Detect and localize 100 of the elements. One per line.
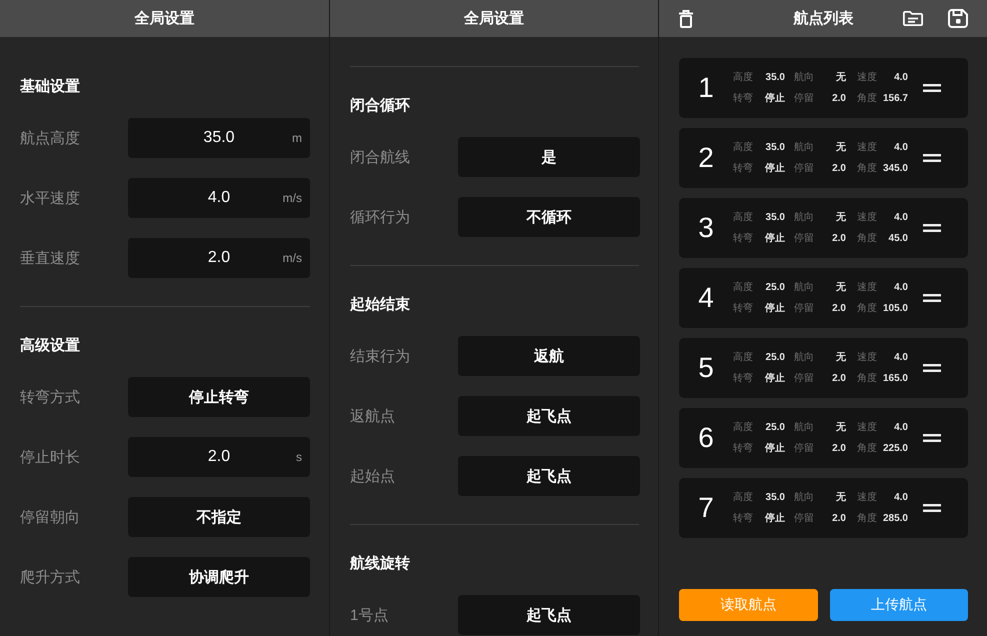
number-field[interactable]: 2.0 s bbox=[128, 437, 310, 477]
field-label: 航向 bbox=[794, 70, 814, 84]
option-field[interactable]: 不循环 bbox=[458, 197, 640, 237]
waypoint-card[interactable]: 2 高度 35.0 航向 无 速度 4.0 转弯 停止 停留 2.0 角度 345.0 bbox=[679, 128, 968, 188]
field-label: 转弯 bbox=[733, 442, 753, 456]
field-label: 高度 bbox=[733, 280, 753, 294]
field-label: 速度 bbox=[857, 70, 877, 84]
waypoint-number: 2 bbox=[698, 142, 714, 174]
field-value: 35.0 bbox=[766, 140, 785, 154]
field-value: 156.7 bbox=[882, 92, 908, 106]
setting-label: 垂直速度 bbox=[20, 248, 80, 268]
waypoint-number: 7 bbox=[698, 492, 714, 524]
field-value: 35.0 bbox=[766, 490, 785, 504]
option-field[interactable]: 起飞点 bbox=[458, 396, 640, 436]
number-field[interactable]: 35.0 m bbox=[128, 118, 310, 158]
number-field[interactable]: 2.0 m/s bbox=[128, 238, 310, 278]
field-value: 2.0 bbox=[832, 302, 846, 316]
field-label: 角度 bbox=[857, 442, 877, 456]
option-field[interactable]: 停止转弯 bbox=[128, 377, 310, 417]
option-field[interactable]: 起飞点 bbox=[458, 456, 640, 496]
option-field[interactable]: 协调爬升 bbox=[128, 557, 310, 597]
field-value: 2.0 bbox=[832, 92, 846, 106]
setting-label: 水平速度 bbox=[20, 188, 80, 208]
field-label: 角度 bbox=[857, 302, 877, 316]
drag-handle-icon[interactable] bbox=[923, 294, 941, 302]
field-label: 停留 bbox=[794, 512, 814, 526]
option-field[interactable]: 起飞点 bbox=[458, 595, 640, 635]
field-value: 2.0 bbox=[832, 162, 846, 176]
field-value: 2.0 bbox=[832, 442, 846, 456]
field-value: 25.0 bbox=[766, 420, 785, 434]
number-field[interactable]: 4.0 m/s bbox=[128, 178, 310, 218]
drag-handle-icon[interactable] bbox=[923, 84, 941, 92]
option-field[interactable]: 不指定 bbox=[128, 497, 310, 537]
field-value: 345.0 bbox=[882, 162, 908, 176]
field-value: 4.0 bbox=[894, 70, 908, 84]
setting-label: 停止时长 bbox=[20, 448, 80, 466]
panel-title: 全局设置 bbox=[464, 9, 524, 28]
field-label: 速度 bbox=[857, 350, 877, 364]
field-value: 4.0 bbox=[894, 350, 908, 364]
section-title: 航线旋转 bbox=[350, 554, 410, 574]
waypoint-card[interactable]: 7 高度 35.0 航向 无 速度 4.0 转弯 停止 停留 2.0 角度 285.0 bbox=[679, 478, 968, 538]
field-value: 停止 bbox=[765, 92, 785, 106]
field-value: 停止 bbox=[765, 372, 785, 386]
field-value: 无 bbox=[836, 420, 846, 434]
field-value: 165.0 bbox=[882, 372, 908, 386]
field-value: 4.0 bbox=[894, 210, 908, 224]
field-value: 无 bbox=[836, 140, 846, 154]
unit-label: s bbox=[296, 450, 302, 464]
setting-label: 航点高度 bbox=[20, 128, 80, 148]
section-title: 闭合循环 bbox=[350, 96, 410, 116]
waypoint-number: 5 bbox=[698, 352, 714, 384]
save-icon[interactable] bbox=[948, 9, 968, 28]
field-label: 角度 bbox=[857, 92, 877, 106]
field-value: 35.0 bbox=[766, 210, 785, 224]
field-value: 停止 bbox=[765, 302, 785, 316]
waypoint-card[interactable]: 5 高度 25.0 航向 无 速度 4.0 转弯 停止 停留 2.0 角度 165.0 bbox=[679, 338, 968, 398]
field-value: 无 bbox=[836, 210, 846, 224]
field-label: 停留 bbox=[794, 372, 814, 386]
field-label: 转弯 bbox=[733, 232, 753, 246]
field-label: 停留 bbox=[794, 442, 814, 456]
setting-label: 返航点 bbox=[350, 406, 395, 426]
drag-handle-icon[interactable] bbox=[923, 364, 941, 372]
field-value: 45.0 bbox=[888, 232, 908, 246]
option-field[interactable]: 返航 bbox=[458, 336, 640, 376]
folder-icon[interactable] bbox=[903, 11, 923, 26]
field-label: 转弯 bbox=[733, 302, 753, 316]
field-value: 无 bbox=[836, 490, 846, 504]
field-label: 转弯 bbox=[733, 512, 753, 526]
option-field[interactable]: 是 bbox=[458, 137, 640, 177]
waypoint-card[interactable]: 3 高度 35.0 航向 无 速度 4.0 转弯 停止 停留 2.0 角度 45.0 bbox=[679, 198, 968, 258]
field-value: 25.0 bbox=[766, 280, 785, 294]
drag-handle-icon[interactable] bbox=[923, 224, 941, 232]
field-label: 高度 bbox=[733, 350, 753, 364]
drag-handle-icon[interactable] bbox=[923, 504, 941, 512]
field-label: 速度 bbox=[857, 140, 877, 154]
waypoint-card[interactable]: 4 高度 25.0 航向 无 速度 4.0 转弯 停止 停留 2.0 角度 105.0 bbox=[679, 268, 968, 328]
field-value: 4.0 bbox=[894, 420, 908, 434]
field-label: 速度 bbox=[857, 210, 877, 224]
field-value: 225.0 bbox=[882, 442, 908, 456]
drag-handle-icon[interactable] bbox=[923, 434, 941, 442]
field-value: 105.0 bbox=[882, 302, 908, 316]
field-label: 高度 bbox=[733, 70, 753, 84]
waypoint-number: 1 bbox=[698, 72, 714, 104]
waypoint-card[interactable]: 1 高度 35.0 航向 无 速度 4.0 转弯 停止 停留 2.0 角度 156.7 bbox=[679, 58, 968, 118]
field-label: 转弯 bbox=[733, 162, 753, 176]
section-title: 基础设置 bbox=[20, 77, 80, 97]
section-title: 起始结束 bbox=[350, 295, 410, 315]
field-value: 4.0 bbox=[894, 140, 908, 154]
trash-icon[interactable] bbox=[679, 10, 693, 28]
field-label: 速度 bbox=[857, 490, 877, 504]
drag-handle-icon[interactable] bbox=[923, 154, 941, 162]
field-label: 高度 bbox=[733, 140, 753, 154]
field-label: 航向 bbox=[794, 140, 814, 154]
field-label: 角度 bbox=[857, 372, 877, 386]
setting-label: 结束行为 bbox=[350, 346, 410, 366]
waypoint-card[interactable]: 6 高度 25.0 航向 无 速度 4.0 转弯 停止 停留 2.0 角度 225.0 bbox=[679, 408, 968, 468]
field-label: 高度 bbox=[733, 490, 753, 504]
panel-title: 航点列表 bbox=[794, 9, 854, 28]
field-label: 速度 bbox=[857, 420, 877, 434]
field-value: 35.0 bbox=[766, 70, 785, 84]
